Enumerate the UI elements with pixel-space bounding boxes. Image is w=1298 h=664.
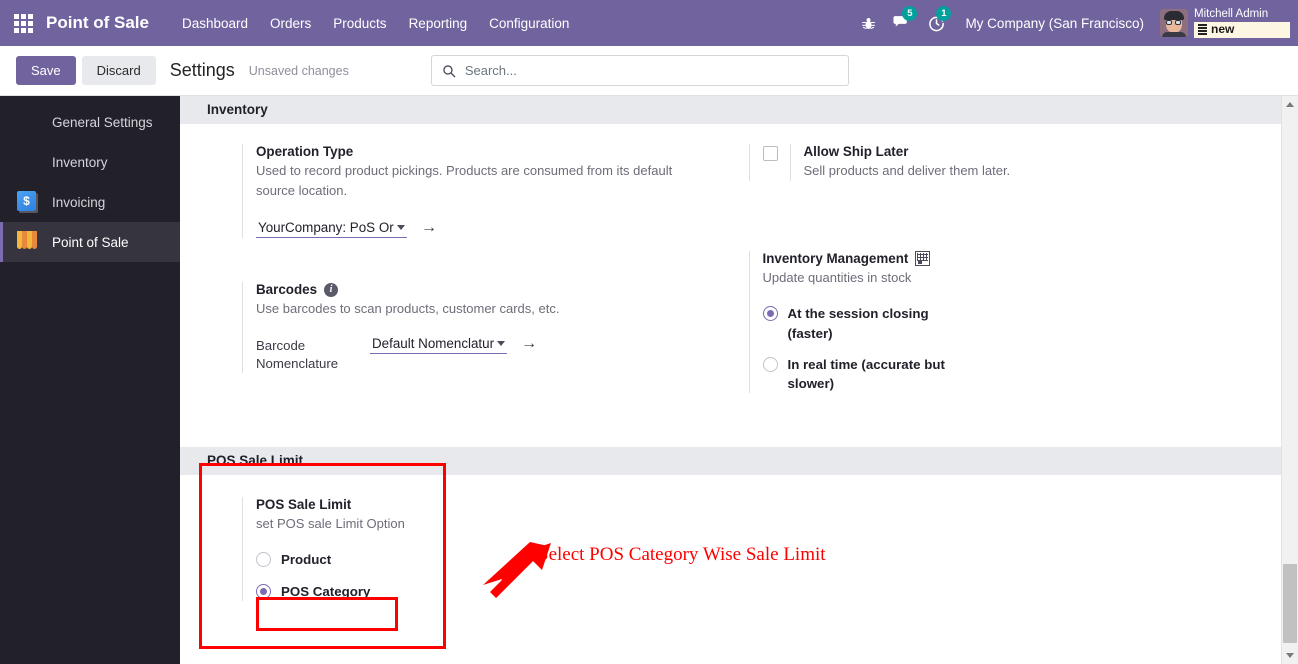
barcode-nomenclature-internal-link-icon[interactable]: → bbox=[521, 335, 537, 352]
user-name: Mitchell Admin bbox=[1194, 8, 1269, 21]
company-switcher[interactable]: My Company (San Francisco) bbox=[953, 16, 1156, 31]
setting-operation-type: Operation Type Used to record product pi… bbox=[242, 144, 703, 239]
nav-item-dashboard[interactable]: Dashboard bbox=[171, 10, 259, 37]
radio-real-time-label: In real time (accurate but slower) bbox=[787, 356, 945, 392]
radio-product[interactable] bbox=[256, 552, 271, 568]
barcode-nomenclature-dropdown[interactable]: Default Nomenclatur bbox=[370, 335, 508, 355]
operation-type-value: YourCompany: PoS Ord bbox=[258, 220, 394, 236]
scroll-down-arrow-icon[interactable] bbox=[1282, 647, 1298, 664]
operation-type-dropdown[interactable]: YourCompany: PoS Ord bbox=[256, 219, 407, 239]
general-settings-icon bbox=[17, 111, 39, 133]
nav-item-products[interactable]: Products bbox=[322, 10, 397, 37]
radio-session-closing[interactable] bbox=[762, 306, 778, 322]
database-badge: new bbox=[1194, 22, 1290, 38]
barcodes-title-label: Barcodes bbox=[256, 282, 318, 298]
apps-grid-icon[interactable] bbox=[0, 0, 46, 46]
allow-ship-later-title: Allow Ship Later bbox=[803, 144, 909, 159]
settings-layout: General Settings Inventory $ Invoicing P… bbox=[0, 96, 1298, 664]
operation-type-internal-link-icon[interactable]: → bbox=[421, 219, 437, 236]
search-icon bbox=[443, 64, 456, 77]
radio-session-closing-label: At the session closing (faster) bbox=[787, 306, 929, 341]
allow-ship-later-checkbox[interactable] bbox=[762, 146, 778, 161]
radio-pos-category-label: POS Category bbox=[281, 583, 371, 599]
barcode-nomenclature-value: Default Nomenclatur bbox=[372, 336, 495, 352]
inventory-management-option-real-time[interactable]: In real time (accurate but slower) bbox=[762, 355, 1254, 394]
sidebar-item-inventory[interactable]: Inventory bbox=[0, 142, 180, 182]
unsaved-changes-status: Unsaved changes bbox=[248, 63, 349, 78]
inventory-management-option-session-closing[interactable]: At the session closing (faster) bbox=[762, 304, 1254, 343]
inventory-management-description: Update quantities in stock bbox=[762, 270, 912, 286]
bug-icon[interactable] bbox=[851, 0, 885, 46]
barcode-nomenclature-label: Barcode Nomenclature bbox=[256, 338, 339, 372]
inventory-management-title: Inventory Management bbox=[762, 251, 1254, 267]
pos-sale-limit-block: POS Sale Limit POS Sale Limit set POS sa… bbox=[180, 447, 1281, 637]
main-nav-menu: Dashboard Orders Products Reporting Conf… bbox=[171, 10, 580, 37]
setting-allow-ship-later: Allow Ship Later Sell products and deliv… bbox=[748, 144, 1254, 182]
scroll-up-arrow-icon[interactable] bbox=[1282, 96, 1298, 113]
point-of-sale-icon bbox=[17, 231, 39, 253]
pos-sale-limit-section-heading: POS Sale Limit bbox=[180, 447, 1281, 476]
navbar-right-group: 5 1 My Company (San Francisco) Mitchell … bbox=[851, 0, 1298, 46]
operation-type-description: Used to record product pickings. Product… bbox=[256, 163, 673, 199]
control-panel: Save Discard Settings Unsaved changes Se… bbox=[0, 46, 1298, 96]
chevron-down-icon bbox=[497, 341, 506, 347]
inventory-icon bbox=[17, 151, 39, 173]
inventory-settings-block: Inventory Operation Type Used to record … bbox=[180, 96, 1281, 429]
settings-sidebar: General Settings Inventory $ Invoicing P… bbox=[0, 96, 180, 664]
sidebar-item-label: Inventory bbox=[52, 154, 108, 170]
chat-icon[interactable]: 5 bbox=[885, 0, 919, 46]
info-icon[interactable]: i bbox=[324, 282, 339, 297]
barcodes-title: Barcodes i bbox=[256, 282, 703, 297]
database-name: new bbox=[1211, 22, 1235, 37]
discard-button[interactable]: Discard bbox=[81, 56, 156, 85]
user-menu[interactable]: Mitchell Admin new bbox=[1156, 8, 1290, 38]
pos-sale-limit-title: POS Sale Limit bbox=[256, 497, 352, 513]
scrollbar-thumb[interactable] bbox=[1283, 564, 1297, 643]
search-placeholder: Search... bbox=[464, 63, 517, 78]
search-input[interactable]: Search... bbox=[430, 55, 849, 86]
settings-scroll-area: Inventory Operation Type Used to record … bbox=[180, 96, 1281, 664]
sidebar-item-general-settings[interactable]: General Settings bbox=[0, 102, 180, 142]
app-brand-title[interactable]: Point of Sale bbox=[46, 13, 149, 33]
activity-clock-icon[interactable]: 1 bbox=[919, 0, 953, 46]
sidebar-item-invoicing[interactable]: $ Invoicing bbox=[0, 182, 180, 222]
allow-ship-later-description: Sell products and deliver them later. bbox=[803, 163, 1011, 178]
nav-item-configuration[interactable]: Configuration bbox=[478, 10, 580, 37]
pos-sale-limit-option-pos-category[interactable]: POS Category bbox=[256, 582, 703, 601]
nav-item-reporting[interactable]: Reporting bbox=[398, 10, 479, 37]
page-title: Settings bbox=[169, 60, 235, 80]
inventory-section-heading: Inventory bbox=[180, 96, 1281, 124]
chat-badge-count: 5 bbox=[902, 6, 918, 21]
chevron-down-icon bbox=[397, 225, 405, 231]
save-button[interactable]: Save bbox=[16, 56, 76, 85]
vertical-scrollbar[interactable] bbox=[1281, 96, 1298, 664]
sidebar-item-point-of-sale[interactable]: Point of Sale bbox=[0, 222, 180, 262]
invoicing-icon: $ bbox=[17, 191, 39, 213]
activity-badge-count: 1 bbox=[936, 6, 952, 21]
sidebar-item-label: Invoicing bbox=[52, 194, 106, 210]
company-building-icon bbox=[915, 251, 931, 267]
settings-content: Inventory Operation Type Used to record … bbox=[180, 96, 1298, 664]
setting-inventory-management: Inventory Management Update quantities i… bbox=[748, 251, 1254, 394]
radio-pos-category[interactable] bbox=[256, 583, 271, 599]
sidebar-item-label: General Settings bbox=[52, 114, 153, 130]
database-icon bbox=[1198, 24, 1207, 36]
annotation-callout-text: Select POS Category Wise Sale Limit bbox=[538, 544, 826, 565]
sidebar-item-label: Point of Sale bbox=[52, 234, 129, 250]
inventory-management-title-label: Inventory Management bbox=[762, 251, 909, 267]
pos-sale-limit-description: set POS sale Limit Option bbox=[256, 516, 405, 532]
setting-barcodes: Barcodes i Use barcodes to scan products… bbox=[242, 282, 703, 374]
barcodes-description: Use barcodes to scan products, customer … bbox=[256, 301, 560, 317]
radio-product-label: Product bbox=[281, 552, 332, 568]
radio-real-time[interactable] bbox=[762, 356, 778, 372]
avatar bbox=[1160, 9, 1188, 37]
top-navbar: Point of Sale Dashboard Orders Products … bbox=[0, 0, 1298, 46]
operation-type-title: Operation Type bbox=[256, 144, 354, 159]
nav-item-orders[interactable]: Orders bbox=[259, 10, 322, 37]
